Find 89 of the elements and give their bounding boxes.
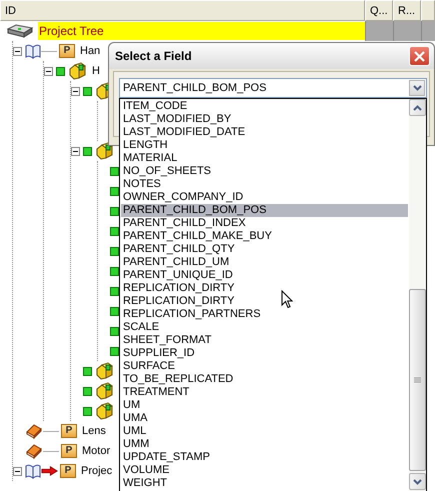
folder-icon: P — [61, 424, 77, 438]
tree-item[interactable]: Han — [79, 42, 102, 60]
chevron-down-icon — [412, 85, 422, 91]
status-icon — [110, 206, 119, 216]
close-icon — [414, 50, 425, 62]
list-option[interactable]: UMA — [121, 412, 408, 425]
list-option[interactable]: REPLICATION_PARTNERS — [121, 308, 408, 321]
dropdown-button[interactable] — [409, 80, 425, 96]
status-icon — [110, 266, 119, 276]
list-option[interactable]: PARENT_CHILD_QTY — [121, 243, 408, 256]
list-option[interactable]: PARENT_CHILD_UM — [121, 256, 408, 269]
list-option[interactable]: PARENT_CHILD_INDEX — [121, 217, 408, 230]
book-icon — [25, 423, 43, 439]
list-option[interactable]: PARENT_UNIQUE_ID — [121, 269, 408, 282]
status-icon — [110, 286, 119, 296]
tree-item[interactable]: Lens — [81, 422, 107, 440]
list-option[interactable]: LAST_MODIFIED_DATE — [121, 126, 408, 139]
list-option[interactable]: UPDATE_STAMP — [121, 451, 408, 464]
part-icon — [96, 362, 114, 380]
status-icon — [110, 166, 119, 176]
list-option[interactable]: NO_OF_SHEETS — [121, 165, 408, 178]
status-icon — [83, 406, 92, 416]
column-header[interactable]: R... — [393, 0, 421, 21]
status-icon — [110, 186, 119, 196]
part-icon — [96, 142, 114, 160]
chevron-down-icon — [413, 478, 422, 484]
list-option[interactable]: MATERIAL — [121, 152, 408, 165]
list-option[interactable]: ITEM_CODE — [121, 100, 408, 113]
list-option[interactable]: NOTES — [121, 178, 408, 191]
scrollbar-thumb[interactable] — [409, 289, 426, 471]
status-icon — [83, 86, 92, 96]
list-option[interactable]: REPLICATION_DIRTY — [121, 295, 408, 308]
list-option[interactable]: PARENT_CHILD_BOM_POS — [121, 204, 408, 217]
scroll-down-button[interactable] — [409, 473, 426, 490]
list-option[interactable]: SURFACE — [121, 360, 408, 373]
list-option[interactable]: LENGTH — [121, 139, 408, 152]
book-icon — [25, 43, 41, 59]
field-dropdown[interactable]: PARENT_CHILD_BOM_POS — [119, 78, 427, 98]
chevron-up-icon — [413, 104, 422, 110]
folder-icon: P — [61, 444, 77, 458]
status-icon — [110, 306, 119, 316]
list-option[interactable]: SHEET_FORMAT — [121, 334, 408, 347]
tree-item[interactable]: Project Tree — [38, 22, 365, 40]
close-button[interactable] — [409, 46, 430, 66]
status-icon — [110, 326, 119, 336]
scroll-up-button[interactable] — [409, 99, 426, 116]
column-header[interactable]: Q... — [365, 0, 393, 21]
status-icon — [110, 346, 119, 356]
book-icon — [25, 463, 41, 479]
part-icon — [96, 382, 114, 400]
tree-item[interactable]: H — [91, 62, 101, 80]
book-icon — [25, 443, 43, 459]
status-icon — [110, 246, 119, 256]
list-option[interactable]: TO_BE_REPLICATED — [121, 373, 408, 386]
part-icon — [69, 62, 87, 80]
dialog-title: Select a Field — [115, 48, 192, 65]
selection-cell — [365, 21, 393, 41]
mouse-pointer-icon — [281, 290, 293, 309]
collapse-icon[interactable] — [71, 146, 80, 156]
status-icon — [56, 66, 65, 76]
status-icon — [83, 366, 92, 376]
list-option[interactable]: VOLUME — [121, 464, 408, 477]
tree-item[interactable]: Motor — [81, 442, 112, 460]
list-option[interactable]: SUPPLIER_ID — [121, 347, 408, 360]
drive-icon — [6, 23, 34, 39]
collapse-icon[interactable] — [44, 66, 53, 76]
list-option[interactable]: UM — [121, 399, 408, 412]
list-option[interactable]: REPLICATION_DIRTY — [121, 282, 408, 295]
folder-icon: P — [60, 464, 76, 478]
selection-cell — [393, 21, 421, 41]
folder-icon: P — [59, 44, 75, 58]
status-icon — [83, 386, 92, 396]
list-option[interactable]: UMM — [121, 438, 408, 451]
part-icon — [96, 402, 114, 420]
selection-cell — [421, 21, 435, 41]
collapse-icon[interactable] — [13, 466, 22, 476]
list-option[interactable]: LAST_MODIFIED_BY — [121, 113, 408, 126]
status-icon — [110, 226, 119, 236]
list-option[interactable]: UML — [121, 425, 408, 438]
list-option[interactable]: TREATMENT — [121, 386, 408, 399]
list-option[interactable]: OWNER_COMPANY_ID — [121, 191, 408, 204]
status-icon — [83, 146, 92, 156]
tree-item[interactable]: Projec — [80, 462, 114, 480]
collapse-icon[interactable] — [13, 46, 22, 56]
list-option[interactable]: SCALE — [121, 321, 408, 334]
list-option[interactable]: WEIGHT — [121, 477, 408, 490]
collapse-icon[interactable] — [71, 86, 80, 96]
list-option[interactable]: PARENT_CHILD_MAKE_BUY — [121, 230, 408, 243]
column-header[interactable]: ID — [0, 0, 365, 21]
